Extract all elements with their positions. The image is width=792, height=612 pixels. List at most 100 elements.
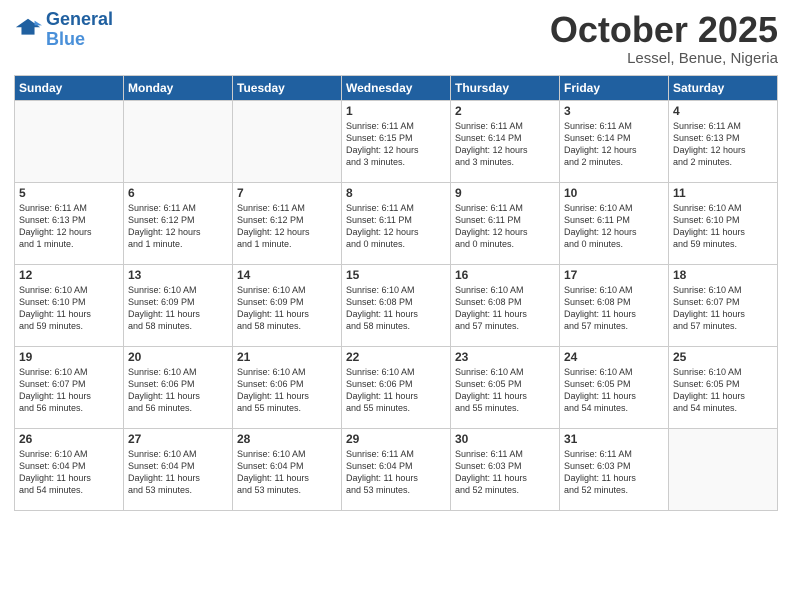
day-info: Sunrise: 6:10 AM Sunset: 6:07 PM Dayligh… bbox=[19, 366, 119, 415]
day-info: Sunrise: 6:10 AM Sunset: 6:06 PM Dayligh… bbox=[346, 366, 446, 415]
day-number: 19 bbox=[19, 350, 119, 364]
day-number: 21 bbox=[237, 350, 337, 364]
day-number: 4 bbox=[673, 104, 773, 118]
calendar-week-5: 26 Sunrise: 6:10 AM Sunset: 6:04 PM Dayli… bbox=[15, 428, 778, 510]
calendar-header-friday: Friday bbox=[560, 75, 669, 100]
calendar-cell: 1 Sunrise: 6:11 AM Sunset: 6:15 PM Daylig… bbox=[342, 100, 451, 182]
calendar-cell: 28Sunrise: 6:10 AM Sunset: 6:04 PM Dayli… bbox=[233, 428, 342, 510]
day-info: Sunrise: 6:10 AM Sunset: 6:04 PM Dayligh… bbox=[128, 448, 228, 497]
day-number: 5 bbox=[19, 186, 119, 200]
day-number: 12 bbox=[19, 268, 119, 282]
calendar-cell: 17 Sunrise: 6:10 AM Sunset: 6:08 PM Dayli… bbox=[560, 264, 669, 346]
day-info: Sunrise: 6:10 AM Sunset: 6:06 PM Dayligh… bbox=[237, 366, 337, 415]
calendar-header-wednesday: Wednesday bbox=[342, 75, 451, 100]
calendar-cell: 24 Sunrise: 6:10 AM Sunset: 6:05 PM Dayli… bbox=[560, 346, 669, 428]
day-info: Sunrise: 6:10 AM Sunset: 6:06 PM Dayligh… bbox=[128, 366, 228, 415]
day-number: 25 bbox=[673, 350, 773, 364]
day-number: 14 bbox=[237, 268, 337, 282]
calendar-cell bbox=[124, 100, 233, 182]
calendar-cell: 9 Sunrise: 6:11 AM Sunset: 6:11 PM Daylig… bbox=[451, 182, 560, 264]
calendar-cell: 6Sunrise: 6:11 AM Sunset: 6:12 PM Daylig… bbox=[124, 182, 233, 264]
calendar-cell: 22 Sunrise: 6:10 AM Sunset: 6:06 PM Dayli… bbox=[342, 346, 451, 428]
calendar-header-thursday: Thursday bbox=[451, 75, 560, 100]
day-info: Sunrise: 6:10 AM Sunset: 6:04 PM Dayligh… bbox=[19, 448, 119, 497]
page-container: General Blue October 2025 Lessel, Benue,… bbox=[0, 0, 792, 521]
day-number: 15 bbox=[346, 268, 446, 282]
day-info: Sunrise: 6:10 AM Sunset: 6:09 PM Dayligh… bbox=[128, 284, 228, 333]
day-number: 18 bbox=[673, 268, 773, 282]
calendar-week-4: 19 Sunrise: 6:10 AM Sunset: 6:07 PM Dayli… bbox=[15, 346, 778, 428]
calendar-cell: 29 Sunrise: 6:11 AM Sunset: 6:04 PM Dayli… bbox=[342, 428, 451, 510]
calendar-cell: 5Sunrise: 6:11 AM Sunset: 6:13 PM Daylig… bbox=[15, 182, 124, 264]
calendar-cell: 19 Sunrise: 6:10 AM Sunset: 6:07 PM Dayli… bbox=[15, 346, 124, 428]
calendar-cell: 27Sunrise: 6:10 AM Sunset: 6:04 PM Dayli… bbox=[124, 428, 233, 510]
logo: General Blue bbox=[14, 10, 113, 50]
calendar-header-sunday: Sunday bbox=[15, 75, 124, 100]
day-info: Sunrise: 6:10 AM Sunset: 6:10 PM Dayligh… bbox=[673, 202, 773, 251]
day-number: 20 bbox=[128, 350, 228, 364]
day-number: 29 bbox=[346, 432, 446, 446]
day-info: Sunrise: 6:10 AM Sunset: 6:05 PM Dayligh… bbox=[673, 366, 773, 415]
calendar-cell: 13 Sunrise: 6:10 AM Sunset: 6:09 PM Dayli… bbox=[124, 264, 233, 346]
header: General Blue October 2025 Lessel, Benue,… bbox=[14, 10, 778, 67]
day-info: Sunrise: 6:11 AM Sunset: 6:14 PM Dayligh… bbox=[455, 120, 555, 169]
calendar-header-saturday: Saturday bbox=[669, 75, 778, 100]
calendar-cell: 8 Sunrise: 6:11 AM Sunset: 6:11 PM Daylig… bbox=[342, 182, 451, 264]
calendar-cell: 23 Sunrise: 6:10 AM Sunset: 6:05 PM Dayli… bbox=[451, 346, 560, 428]
day-info: Sunrise: 6:11 AM Sunset: 6:11 PM Dayligh… bbox=[346, 202, 446, 251]
day-info: Sunrise: 6:11 AM Sunset: 6:03 PM Dayligh… bbox=[564, 448, 664, 497]
month-title: October 2025 bbox=[550, 10, 778, 50]
calendar-week-3: 12Sunrise: 6:10 AM Sunset: 6:10 PM Dayli… bbox=[15, 264, 778, 346]
calendar-header-tuesday: Tuesday bbox=[233, 75, 342, 100]
day-info: Sunrise: 6:11 AM Sunset: 6:12 PM Dayligh… bbox=[128, 202, 228, 251]
day-number: 3 bbox=[564, 104, 664, 118]
day-info: Sunrise: 6:11 AM Sunset: 6:15 PM Dayligh… bbox=[346, 120, 446, 169]
day-number: 8 bbox=[346, 186, 446, 200]
calendar-cell: 31 Sunrise: 6:11 AM Sunset: 6:03 PM Dayli… bbox=[560, 428, 669, 510]
day-number: 23 bbox=[455, 350, 555, 364]
day-info: Sunrise: 6:11 AM Sunset: 6:14 PM Dayligh… bbox=[564, 120, 664, 169]
day-info: Sunrise: 6:11 AM Sunset: 6:04 PM Dayligh… bbox=[346, 448, 446, 497]
day-number: 13 bbox=[128, 268, 228, 282]
day-number: 31 bbox=[564, 432, 664, 446]
calendar-cell: 26 Sunrise: 6:10 AM Sunset: 6:04 PM Dayli… bbox=[15, 428, 124, 510]
day-info: Sunrise: 6:10 AM Sunset: 6:08 PM Dayligh… bbox=[564, 284, 664, 333]
calendar-cell: 11 Sunrise: 6:10 AM Sunset: 6:10 PM Dayli… bbox=[669, 182, 778, 264]
day-number: 1 bbox=[346, 104, 446, 118]
calendar-cell: 21 Sunrise: 6:10 AM Sunset: 6:06 PM Dayli… bbox=[233, 346, 342, 428]
calendar-week-2: 5Sunrise: 6:11 AM Sunset: 6:13 PM Daylig… bbox=[15, 182, 778, 264]
day-info: Sunrise: 6:11 AM Sunset: 6:11 PM Dayligh… bbox=[455, 202, 555, 251]
calendar-cell: 12Sunrise: 6:10 AM Sunset: 6:10 PM Dayli… bbox=[15, 264, 124, 346]
day-info: Sunrise: 6:10 AM Sunset: 6:08 PM Dayligh… bbox=[455, 284, 555, 333]
calendar-header-row: SundayMondayTuesdayWednesdayThursdayFrid… bbox=[15, 75, 778, 100]
location: Lessel, Benue, Nigeria bbox=[550, 50, 778, 67]
day-number: 26 bbox=[19, 432, 119, 446]
calendar-cell: 3 Sunrise: 6:11 AM Sunset: 6:14 PM Daylig… bbox=[560, 100, 669, 182]
calendar-cell: 4Sunrise: 6:11 AM Sunset: 6:13 PM Daylig… bbox=[669, 100, 778, 182]
day-number: 9 bbox=[455, 186, 555, 200]
day-number: 16 bbox=[455, 268, 555, 282]
day-number: 7 bbox=[237, 186, 337, 200]
logo-text: General Blue bbox=[46, 10, 113, 50]
calendar-cell: 30Sunrise: 6:11 AM Sunset: 6:03 PM Dayli… bbox=[451, 428, 560, 510]
day-number: 24 bbox=[564, 350, 664, 364]
calendar-cell: 15Sunrise: 6:10 AM Sunset: 6:08 PM Dayli… bbox=[342, 264, 451, 346]
day-number: 30 bbox=[455, 432, 555, 446]
calendar-cell: 16 Sunrise: 6:10 AM Sunset: 6:08 PM Dayli… bbox=[451, 264, 560, 346]
calendar-cell bbox=[15, 100, 124, 182]
calendar-cell bbox=[233, 100, 342, 182]
day-number: 11 bbox=[673, 186, 773, 200]
day-info: Sunrise: 6:10 AM Sunset: 6:05 PM Dayligh… bbox=[455, 366, 555, 415]
day-number: 22 bbox=[346, 350, 446, 364]
calendar-cell bbox=[669, 428, 778, 510]
day-info: Sunrise: 6:11 AM Sunset: 6:12 PM Dayligh… bbox=[237, 202, 337, 251]
calendar-table: SundayMondayTuesdayWednesdayThursdayFrid… bbox=[14, 75, 778, 511]
day-number: 17 bbox=[564, 268, 664, 282]
calendar-cell: 2Sunrise: 6:11 AM Sunset: 6:14 PM Daylig… bbox=[451, 100, 560, 182]
day-info: Sunrise: 6:10 AM Sunset: 6:11 PM Dayligh… bbox=[564, 202, 664, 251]
day-info: Sunrise: 6:10 AM Sunset: 6:05 PM Dayligh… bbox=[564, 366, 664, 415]
calendar-cell: 20 Sunrise: 6:10 AM Sunset: 6:06 PM Dayli… bbox=[124, 346, 233, 428]
day-number: 10 bbox=[564, 186, 664, 200]
calendar-cell: 18Sunrise: 6:10 AM Sunset: 6:07 PM Dayli… bbox=[669, 264, 778, 346]
calendar-cell: 25 Sunrise: 6:10 AM Sunset: 6:05 PM Dayli… bbox=[669, 346, 778, 428]
